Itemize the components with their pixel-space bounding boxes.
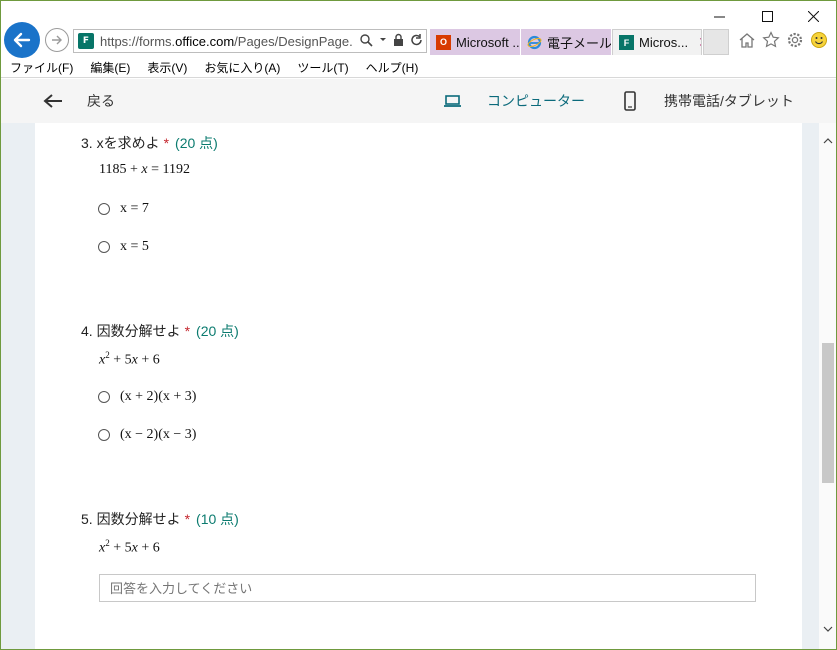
- minimize-button[interactable]: [696, 1, 742, 31]
- arrow-left-icon: [13, 32, 31, 48]
- computer-label: コンピューター: [487, 93, 585, 109]
- refresh-icon[interactable]: [410, 33, 423, 47]
- tab-microsoft-forms-active[interactable]: F Micros... ✕: [612, 29, 702, 55]
- search-icon[interactable]: [359, 33, 373, 47]
- required-marker: *: [163, 135, 170, 151]
- required-marker: *: [184, 323, 191, 339]
- scrollbar-thumb[interactable]: [822, 343, 834, 483]
- arrow-left-icon: [43, 94, 62, 108]
- question-4-option-2[interactable]: (x − 2)(x − 3): [98, 426, 196, 444]
- smiley-feedback-icon[interactable]: [810, 31, 828, 49]
- points-label: (20 点): [196, 323, 239, 339]
- question-3-title: 3. xを求めよ * (20 点): [81, 135, 218, 151]
- tab-email[interactable]: 電子メール...: [521, 29, 611, 55]
- browser-forward-button[interactable]: [45, 28, 69, 52]
- computer-view-button[interactable]: コンピューター: [443, 79, 585, 123]
- points-label: (10 点): [196, 511, 239, 527]
- close-icon: [807, 10, 819, 22]
- points-label: (20 点): [175, 135, 218, 151]
- menu-view[interactable]: 表示(V): [147, 59, 187, 76]
- question-3-option-1[interactable]: x = 7: [98, 200, 149, 218]
- radio-button[interactable]: [98, 429, 110, 441]
- back-label: 戻る: [87, 93, 115, 109]
- mobile-view-button[interactable]: 携帯電話/タブレット: [623, 79, 794, 123]
- menu-bar: ファイル(F) 編集(E) 表示(V) お気に入り(A) ツール(T) ヘルプ(…: [1, 58, 836, 78]
- question-5-title: 5. 因数分解せよ * (10 点): [81, 511, 239, 527]
- required-marker: *: [184, 511, 191, 527]
- arrow-right-icon: [52, 35, 62, 45]
- question-4-title: 4. 因数分解せよ * (20 点): [81, 323, 239, 339]
- laptop-icon: [444, 95, 461, 107]
- question-4-option-1[interactable]: (x + 2)(x + 3): [98, 388, 196, 406]
- maximize-icon: [761, 10, 773, 22]
- close-window-button[interactable]: [790, 1, 836, 31]
- internet-explorer-icon: [527, 35, 542, 50]
- address-url[interactable]: https://forms.office.com/Pages/DesignPag…: [100, 34, 353, 49]
- office-icon: O: [436, 34, 451, 50]
- new-tab-button[interactable]: [703, 29, 729, 55]
- close-tab-icon[interactable]: ✕: [698, 34, 701, 51]
- maximize-button[interactable]: [744, 1, 790, 31]
- question-5-expression: x2 + 5x + 6: [99, 538, 160, 556]
- scroll-down-icon[interactable]: [822, 623, 834, 635]
- question-4-expression: x2 + 5x + 6: [99, 350, 160, 368]
- question-3-equation: 1185 + x = 1192: [99, 162, 190, 177]
- menu-edit[interactable]: 編集(E): [90, 59, 130, 76]
- radio-button[interactable]: [98, 241, 110, 253]
- back-link[interactable]: 戻る: [43, 79, 115, 123]
- tab-microsoft-office[interactable]: O Microsoft ...: [430, 29, 520, 55]
- scroll-up-icon[interactable]: [822, 135, 834, 147]
- browser-window: F https://forms.office.com/Pages/DesignP…: [0, 0, 837, 650]
- menu-tools[interactable]: ツール(T): [297, 59, 348, 76]
- form-card: [35, 123, 802, 649]
- dropdown-caret-icon[interactable]: [379, 33, 387, 47]
- phone-icon: [624, 91, 636, 111]
- menu-help[interactable]: ヘルプ(H): [366, 59, 419, 76]
- radio-button[interactable]: [98, 203, 110, 215]
- home-icon[interactable]: [738, 31, 756, 49]
- menu-favorites[interactable]: お気に入り(A): [204, 59, 280, 76]
- browser-back-button[interactable]: [4, 22, 40, 58]
- preview-toolbar: 戻る コンピューター 携帯電話/タブレット: [1, 79, 836, 123]
- address-bar[interactable]: F https://forms.office.com/Pages/DesignP…: [73, 29, 427, 53]
- star-icon[interactable]: [762, 31, 780, 49]
- lock-icon[interactable]: [393, 33, 404, 47]
- menu-file[interactable]: ファイル(F): [10, 59, 73, 76]
- minimize-icon: [713, 16, 725, 17]
- answer-text-field[interactable]: [99, 574, 756, 602]
- question-3-option-2[interactable]: x = 5: [98, 238, 149, 256]
- mobile-label: 携帯電話/タブレット: [664, 93, 794, 109]
- forms-icon: F: [619, 35, 634, 50]
- forms-favicon: F: [78, 33, 94, 49]
- radio-button[interactable]: [98, 391, 110, 403]
- vertical-scrollbar[interactable]: [819, 123, 836, 649]
- gear-icon[interactable]: [786, 31, 804, 49]
